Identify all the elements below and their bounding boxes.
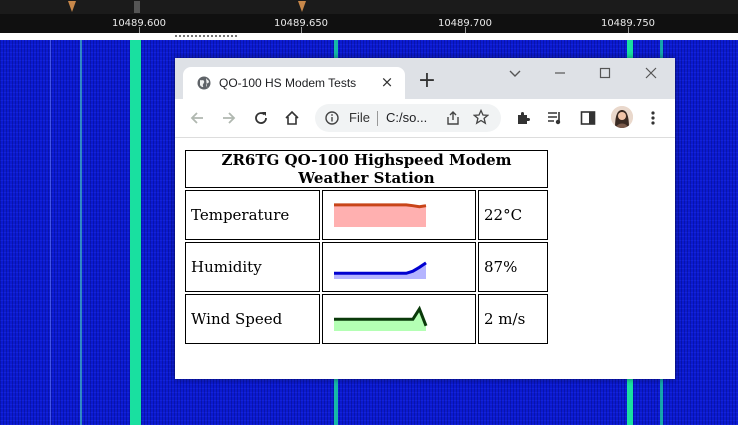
table-row: Humidity 87% (185, 242, 548, 292)
marker-left-icon[interactable] (68, 1, 76, 12)
tab-title: QO-100 HS Modem Tests (219, 76, 357, 90)
marker-right-icon[interactable] (298, 1, 306, 12)
sparkline-line (334, 261, 427, 275)
divider-grip[interactable] (175, 35, 237, 39)
frequency-label: 10489.650 (273, 18, 329, 29)
profile-avatar[interactable] (611, 106, 633, 128)
sparkline-svg (334, 203, 427, 227)
waterfall-line (80, 40, 82, 425)
temperature-sparkline (322, 190, 476, 240)
table-row: Wind Speed 2 m/s (185, 294, 548, 344)
profile-avatar-icon (611, 106, 633, 128)
frequency-scale[interactable]: 10489.600 10489.650 10489.700 10489.750 (0, 0, 738, 33)
close-window-button[interactable] (641, 67, 661, 83)
address-bar[interactable]: File C:/so... (315, 104, 501, 132)
frequency-label: 10489.750 (600, 18, 656, 29)
sparkline-svg (334, 305, 428, 331)
row-value: 2 m/s (478, 294, 548, 344)
scale-strip (0, 0, 738, 14)
tab-close-button[interactable]: × (379, 74, 395, 90)
row-label: Wind Speed (185, 294, 320, 344)
media-control-icon[interactable] (545, 108, 565, 128)
forward-button[interactable] (219, 108, 239, 128)
browser-toolbar: File C:/so... (175, 99, 675, 138)
signal-trace (130, 40, 141, 425)
address-separator (377, 111, 378, 126)
share-icon[interactable] (445, 110, 461, 126)
frequency-label: 10489.600 (111, 18, 167, 29)
tab-search-icon[interactable] (505, 67, 525, 83)
wind-speed-sparkline (322, 294, 476, 344)
frequency-label: 10489.700 (437, 18, 493, 29)
back-button[interactable] (187, 108, 207, 128)
menu-icon[interactable] (643, 108, 663, 128)
maximize-button[interactable] (595, 67, 615, 83)
table-row: Temperature 22°C (185, 190, 548, 240)
star-icon[interactable] (473, 109, 489, 125)
side-panel-icon[interactable] (578, 108, 598, 128)
page-content: ZR6TG QO-100 Highspeed Modem Weather Sta… (175, 138, 675, 379)
sparkline-svg (334, 261, 427, 279)
new-tab-button[interactable]: + (417, 70, 437, 92)
minimize-button[interactable] (550, 67, 570, 83)
row-label: Temperature (185, 190, 320, 240)
scale-divider[interactable] (0, 33, 738, 40)
extensions-icon[interactable] (513, 108, 533, 128)
weather-table: ZR6TG QO-100 Highspeed Modem Weather Sta… (183, 148, 550, 346)
reload-button[interactable] (251, 108, 271, 128)
waterfall-line (50, 40, 51, 425)
page-title: ZR6TG QO-100 Highspeed Modem Weather Sta… (185, 150, 548, 188)
row-value: 87% (478, 242, 548, 292)
info-icon[interactable] (325, 111, 339, 125)
browser-window: QO-100 HS Modem Tests × + File C:/so... … (175, 58, 675, 379)
scale-slider[interactable] (134, 1, 140, 13)
globe-icon (197, 76, 211, 90)
browser-tab[interactable]: QO-100 HS Modem Tests × (183, 67, 405, 99)
humidity-sparkline (322, 242, 476, 292)
sparkline-area (334, 204, 426, 227)
url-scheme-label: File (349, 110, 370, 125)
row-value: 22°C (478, 190, 548, 240)
url-text[interactable]: C:/so... (386, 110, 427, 125)
row-label: Humidity (185, 242, 320, 292)
tab-strip: QO-100 HS Modem Tests × + (175, 58, 675, 99)
home-button[interactable] (282, 108, 302, 128)
